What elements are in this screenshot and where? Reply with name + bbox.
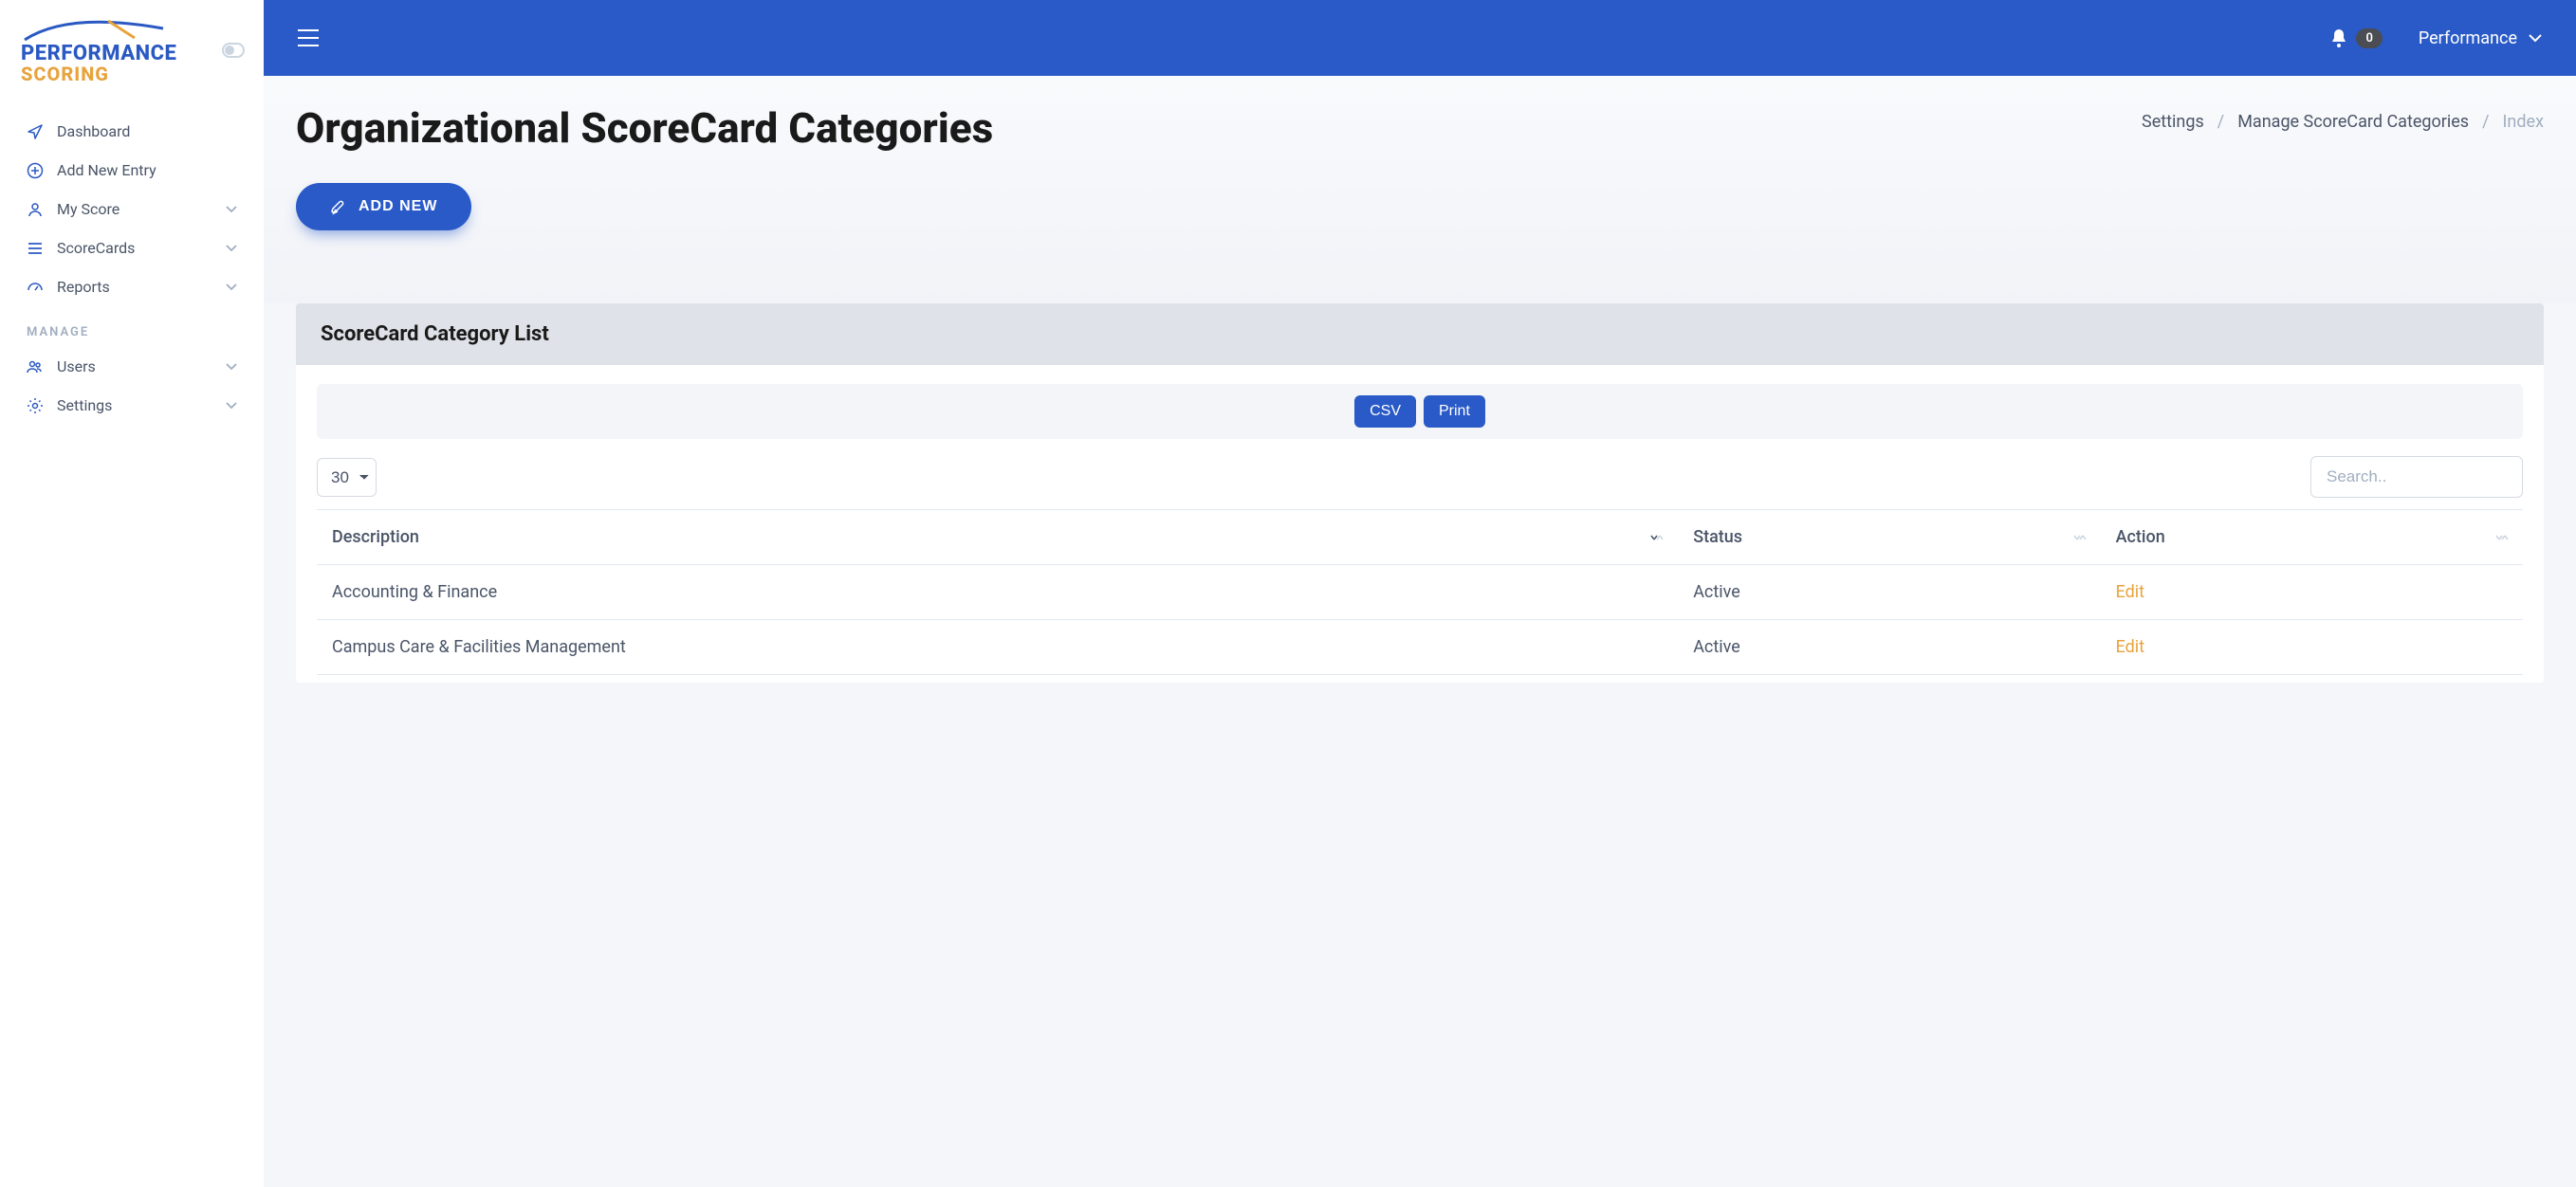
list-icon — [27, 240, 44, 257]
sort-icon — [2072, 530, 2088, 545]
nav-section-manage: MANAGE — [0, 306, 264, 347]
logo-line2: SCORING — [21, 64, 192, 83]
sidebar: PERFORMANCE SCORING Dashboard Add New Ent… — [0, 0, 264, 1187]
user-menu[interactable]: Performance — [2419, 28, 2542, 48]
cell-action: Edit — [2101, 565, 2523, 620]
chevron-down-icon — [226, 363, 237, 371]
export-toolbar: CSV Print — [317, 384, 2523, 439]
notifications-button[interactable]: 0 — [2329, 27, 2382, 48]
chevron-down-icon — [226, 206, 237, 213]
gear-icon — [27, 397, 44, 414]
page-header: Organizational ScoreCard Categories Sett… — [264, 76, 2576, 303]
page-size-select[interactable]: 30 — [317, 458, 377, 497]
cell-status: Active — [1678, 565, 2100, 620]
cell-description: Accounting & Finance — [317, 565, 1678, 620]
sort-icon — [2494, 530, 2510, 545]
sidebar-item-label: Reports — [57, 278, 212, 296]
table-row: Campus Care & Facilities ManagementActiv… — [317, 620, 2523, 675]
edit-link[interactable]: Edit — [2116, 582, 2144, 602]
sidebar-item-users[interactable]: Users — [0, 347, 264, 386]
user-name: Performance — [2419, 28, 2517, 48]
sidebar-item-dashboard[interactable]: Dashboard — [0, 112, 264, 151]
cell-action: Edit — [2101, 620, 2523, 675]
category-list-card: ScoreCard Category List CSV Print 30 — [296, 303, 2544, 683]
chevron-down-icon — [226, 283, 237, 291]
sidebar-item-add-new-entry[interactable]: Add New Entry — [0, 151, 264, 190]
edit-link[interactable]: Edit — [2116, 637, 2144, 657]
print-button[interactable]: Print — [1424, 395, 1485, 428]
users-icon — [27, 358, 44, 375]
nav: Dashboard Add New Entry My Score ScoreCards… — [0, 95, 264, 425]
breadcrumb: Settings / Manage ScoreCard Categories /… — [2142, 112, 2544, 132]
sidebar-item-reports[interactable]: Reports — [0, 267, 264, 306]
cell-description: Campus Care & Facilities Management — [317, 620, 1678, 675]
add-new-button[interactable]: ADD NEW — [296, 183, 471, 230]
sidebar-item-label: Users — [57, 357, 212, 375]
column-description[interactable]: Description — [317, 510, 1678, 565]
breadcrumb-current: Index — [2503, 112, 2544, 132]
rocket-icon — [330, 198, 347, 215]
breadcrumb-item[interactable]: Manage ScoreCard Categories — [2237, 112, 2469, 132]
card-title: ScoreCard Category List — [296, 303, 2544, 365]
breadcrumb-separator: / — [2217, 112, 2224, 132]
sidebar-item-scorecards[interactable]: ScoreCards — [0, 228, 264, 267]
search-input[interactable] — [2310, 456, 2523, 498]
bell-icon — [2329, 27, 2348, 48]
csv-button[interactable]: CSV — [1354, 395, 1416, 428]
theme-toggle-icon[interactable] — [222, 43, 245, 58]
sidebar-item-label: Add New Entry — [57, 161, 237, 179]
chevron-down-icon — [2529, 34, 2542, 43]
sidebar-header: PERFORMANCE SCORING — [0, 0, 264, 95]
sidebar-item-label: ScoreCards — [57, 239, 212, 257]
sidebar-item-label: Dashboard — [57, 122, 237, 140]
topbar: 0 Performance — [264, 0, 2576, 76]
column-action[interactable]: Action — [2101, 510, 2523, 565]
menu-toggle-icon[interactable] — [298, 29, 319, 46]
page-title: Organizational ScoreCard Categories — [296, 104, 993, 153]
categories-table: Description Status — [317, 509, 2523, 675]
sidebar-item-my-score[interactable]: My Score — [0, 190, 264, 228]
user-icon — [27, 201, 44, 218]
column-status[interactable]: Status — [1678, 510, 2100, 565]
notifications-count: 0 — [2356, 28, 2382, 48]
breadcrumb-separator: / — [2482, 112, 2489, 132]
add-new-label: ADD NEW — [359, 198, 437, 215]
plus-circle-icon — [27, 162, 44, 179]
navigate-icon — [27, 123, 44, 140]
table-row: Accounting & FinanceActive Edit — [317, 565, 2523, 620]
sidebar-item-label: My Score — [57, 200, 212, 218]
logo-line1: PERFORMANCE — [21, 44, 192, 64]
logo: PERFORMANCE SCORING — [21, 17, 192, 83]
gauge-icon — [27, 279, 44, 296]
sidebar-item-label: Settings — [57, 396, 212, 414]
breadcrumb-item[interactable]: Settings — [2142, 112, 2204, 132]
chevron-down-icon — [226, 245, 237, 252]
chevron-down-icon — [226, 402, 237, 410]
sort-icon — [1649, 530, 1665, 545]
cell-status: Active — [1678, 620, 2100, 675]
sidebar-item-settings[interactable]: Settings — [0, 386, 264, 425]
